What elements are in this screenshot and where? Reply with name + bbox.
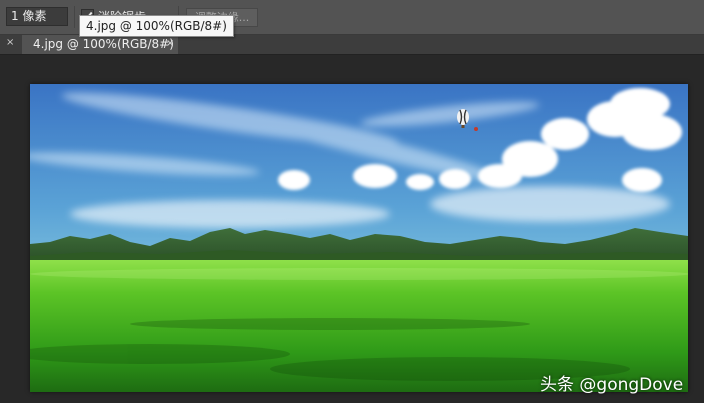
tab-tooltip: 4.jpg @ 100%(RGB/8#) — [79, 15, 234, 37]
panel-close-icon[interactable]: × — [6, 37, 14, 48]
feather-size-field[interactable]: 1 像素 — [6, 7, 68, 26]
canvas-area[interactable] — [0, 55, 704, 403]
tab-label: 4.jpg @ 100%(RGB/8#) — [33, 37, 174, 51]
watermark-text: 头条 @gongDove — [540, 375, 684, 395]
document-tab-bar: × 4.jpg @ 100%(RGB/8#) × — [0, 35, 704, 55]
document-image — [30, 84, 688, 392]
separator — [74, 6, 75, 28]
tab-document[interactable]: 4.jpg @ 100%(RGB/8#) × — [22, 35, 178, 54]
tab-close-icon[interactable]: × — [166, 38, 174, 49]
landscape-image — [30, 84, 688, 392]
